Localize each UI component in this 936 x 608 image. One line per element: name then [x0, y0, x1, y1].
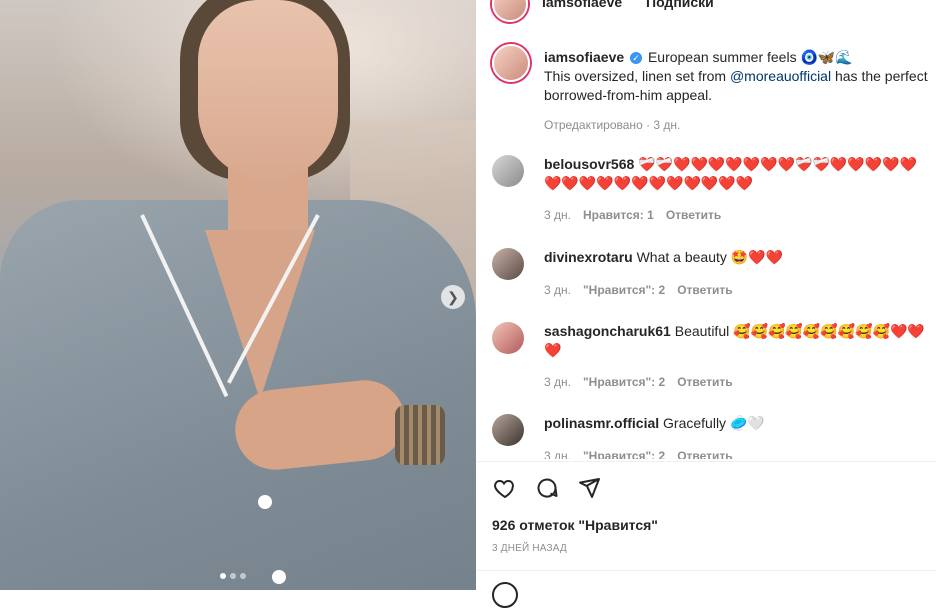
carousel-dot [230, 573, 236, 579]
like-button[interactable] [492, 475, 518, 501]
comment-text: sashagoncharuk61 Beautiful 🥰🥰🥰🥰🥰🥰🥰🥰🥰❤️❤️… [544, 322, 934, 360]
commenter-avatar[interactable] [492, 414, 524, 446]
comment-text: belousovr568 ❤️‍🩹❤️‍🩹❤️❤️❤️❤️❤️❤️❤️❤️‍🩹❤… [544, 155, 934, 193]
carousel-dot [220, 573, 226, 579]
author-avatar[interactable] [492, 0, 528, 22]
input-divider [476, 570, 936, 571]
caption-username[interactable]: iamsofiaeve [544, 49, 624, 65]
author-username[interactable]: iamsofiaeve [542, 0, 622, 10]
post-actions [492, 475, 602, 501]
share-button[interactable] [576, 475, 602, 501]
post-date: 3 ДНЕЙ НАЗАД [492, 543, 567, 554]
commenter-avatar[interactable] [492, 155, 524, 187]
caption-line-1: European summer feels 🧿🦋🌊 [647, 49, 853, 65]
caption-line-2: This oversized, linen set from [544, 68, 727, 84]
comment-likes-count[interactable]: "Нравится": 2 [583, 283, 665, 297]
comment-likes-count[interactable]: "Нравится": 2 [583, 449, 665, 459]
comment-reply-button[interactable]: Ответить [677, 449, 732, 459]
commenter-avatar[interactable] [492, 322, 524, 354]
comment-button[interactable] [534, 475, 560, 501]
carousel-dot [240, 573, 246, 579]
caption-mention-link[interactable]: @moreauofficial [730, 68, 831, 84]
comment-username[interactable]: sashagoncharuk61 [544, 323, 671, 339]
comment-bubble-icon [537, 478, 558, 498]
comment-text: polinasmr.official Gracefully 🥏🤍 [544, 414, 934, 433]
comment-meta: 3 дн. Нравится: 1 Ответить [544, 208, 721, 222]
emoji-icon[interactable] [492, 582, 518, 608]
caption-edited-time: Отредактировано · 3 дн. [544, 118, 681, 132]
comment-time: 3 дн. [544, 449, 571, 459]
heart-outline-icon [494, 479, 514, 499]
actions-divider [476, 461, 936, 462]
comment-time: 3 дн. [544, 208, 571, 222]
commenter-avatar[interactable] [492, 248, 524, 280]
comment-reply-button[interactable]: Ответить [677, 283, 732, 297]
author-avatar[interactable] [492, 44, 530, 82]
comment-time: 3 дн. [544, 283, 571, 297]
verified-badge-icon: ✓ [630, 52, 643, 65]
comment-reply-button[interactable]: Ответить [677, 375, 732, 389]
comment-username[interactable]: polinasmr.official [544, 415, 659, 431]
carousel-next-button[interactable]: ❯ [441, 285, 465, 309]
comment-body: Gracefully 🥏🤍 [663, 415, 765, 431]
post-header: iamsofiaeve Подписки [476, 0, 936, 22]
send-icon [579, 478, 600, 498]
photo-shirt-button [272, 570, 286, 584]
comment-username[interactable]: divinexrotaru [544, 249, 633, 265]
comment-username[interactable]: belousovr568 [544, 156, 634, 172]
carousel-dots [220, 573, 246, 579]
post-details-panel: iamsofiaeve Подписки iamsofiaeve ✓ Europ… [476, 0, 936, 608]
comment-meta: 3 дн. "Нравится": 2 Ответить [544, 283, 733, 297]
post-photo: ❯ [0, 0, 476, 590]
photo-bracelet [395, 405, 445, 465]
comment-reply-button[interactable]: Ответить [666, 208, 721, 222]
comment-time: 3 дн. [544, 375, 571, 389]
comment-text: divinexrotaru What a beauty 🤩❤️❤️ [544, 248, 934, 267]
comment-body: What a beauty 🤩❤️❤️ [636, 249, 784, 265]
photo-shirt-button [258, 495, 272, 509]
likes-count[interactable]: 926 отметок "Нравится" [492, 517, 658, 533]
photo-face [198, 0, 338, 180]
following-button[interactable]: Подписки [646, 0, 714, 10]
comment-meta: 3 дн. "Нравится": 2 Ответить [544, 375, 733, 389]
caption-text: iamsofiaeve ✓ European summer feels 🧿🦋🌊 … [544, 48, 934, 105]
comment-meta: 3 дн. "Нравится": 2 Ответить [544, 449, 733, 459]
comment-likes-count[interactable]: Нравится: 1 [583, 208, 654, 222]
comment-likes-count[interactable]: "Нравится": 2 [583, 375, 665, 389]
chevron-right-icon: ❯ [447, 288, 459, 305]
